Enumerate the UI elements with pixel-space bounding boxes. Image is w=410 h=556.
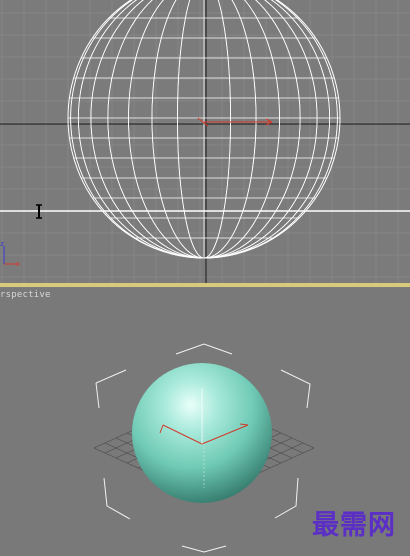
selection-bracket: [175, 343, 233, 355]
front-viewport[interactable]: z x: [0, 0, 410, 285]
axis-z-label: z: [0, 240, 4, 248]
active-viewport-border: [0, 283, 410, 287]
axis-x-label: x: [16, 260, 20, 268]
front-grid: [0, 0, 410, 285]
selection-bracket: [280, 369, 311, 409]
move-gizmo[interactable]: [197, 117, 273, 127]
viewport-label[interactable]: rspective: [0, 290, 51, 300]
watermark: 最需网: [312, 510, 396, 541]
front-viewport-canvas[interactable]: z x: [0, 0, 410, 285]
wireframe-sphere[interactable]: [67, 0, 341, 259]
selection-bracket: [274, 477, 299, 519]
axis-tripod-icon: z x: [0, 240, 20, 268]
selection-bracket: [95, 369, 127, 409]
selection-bracket: [181, 545, 227, 553]
selection-bracket: [103, 477, 131, 520]
